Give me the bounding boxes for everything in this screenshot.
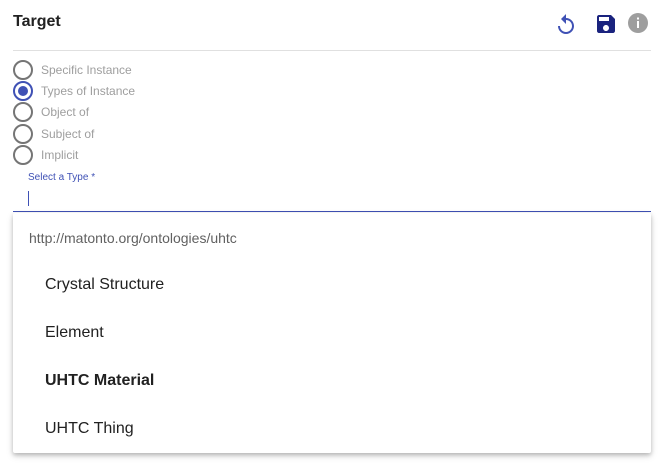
radio-object-of[interactable]: Object of: [13, 102, 89, 122]
radio-label: Types of Instance: [41, 84, 136, 98]
radio-button[interactable]: [13, 124, 33, 144]
type-autocomplete-dropdown: http://matonto.org/ontologies/uhtc Cryst…: [13, 213, 651, 453]
select-type-input[interactable]: [13, 185, 651, 212]
radio-implicit[interactable]: Implicit: [13, 145, 78, 165]
radio-specific-instance[interactable]: Specific Instance: [13, 60, 132, 80]
radio-label: Specific Instance: [41, 63, 132, 77]
radio-subject-of[interactable]: Subject of: [13, 124, 94, 144]
radio-button[interactable]: [13, 102, 33, 122]
option-uhtc-material[interactable]: UHTC Material: [13, 357, 651, 405]
radio-label: Implicit: [41, 148, 79, 162]
refresh-icon[interactable]: [554, 12, 578, 36]
radio-button[interactable]: [13, 60, 33, 80]
radio-button-selected[interactable]: [13, 81, 33, 101]
option-element[interactable]: Element: [13, 309, 651, 357]
radio-label: Subject of: [41, 127, 95, 141]
radio-button[interactable]: [13, 145, 33, 165]
radio-label: Object of: [41, 105, 90, 119]
radio-types-of-instance[interactable]: Types of Instance: [13, 81, 135, 101]
save-icon[interactable]: [594, 12, 618, 36]
option-uhtc-thing[interactable]: UHTC Thing: [13, 405, 651, 453]
target-panel: Target Specific Instance Types of Instan…: [0, 0, 663, 466]
text-caret: [28, 191, 29, 206]
select-type-label: Select a Type *: [28, 172, 96, 183]
info-icon[interactable]: [626, 11, 650, 35]
panel-header: Target: [13, 0, 651, 51]
ontology-group-header: http://matonto.org/ontologies/uhtc: [29, 230, 237, 246]
panel-title: Target: [13, 13, 61, 30]
option-crystal-structure[interactable]: Crystal Structure: [13, 261, 651, 309]
